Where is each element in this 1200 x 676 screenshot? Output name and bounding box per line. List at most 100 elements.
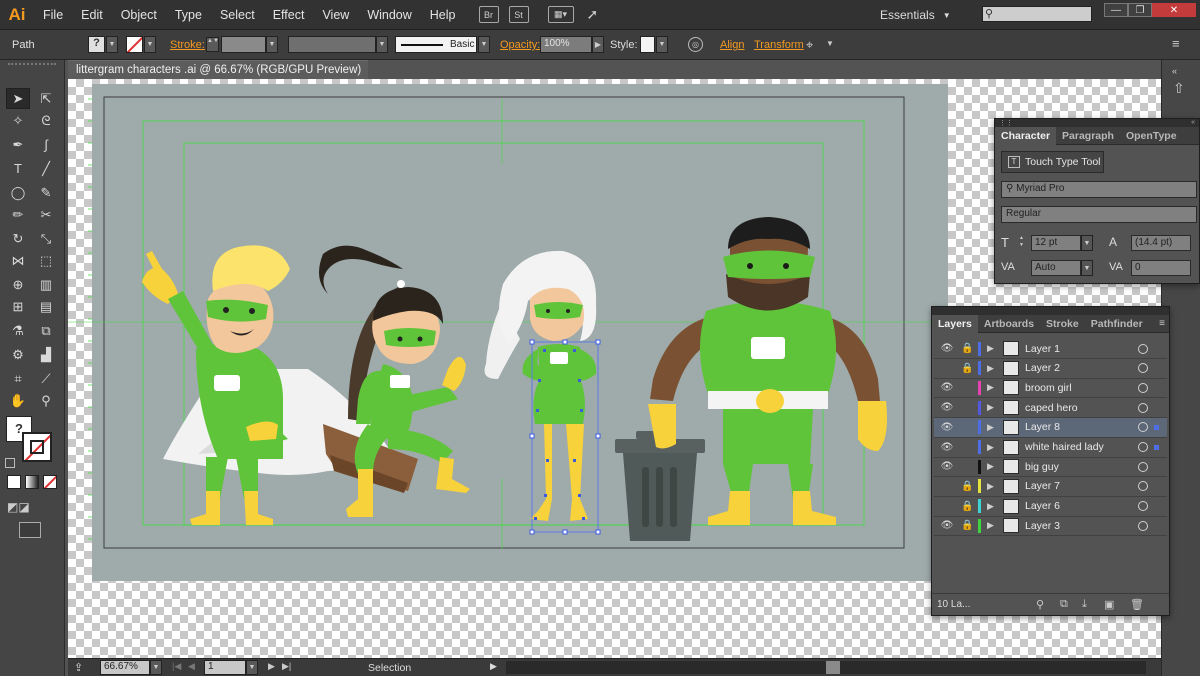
menu-object[interactable]: Object bbox=[112, 0, 166, 30]
scissors-tool-icon[interactable]: ✂ bbox=[34, 204, 58, 225]
variable-width-dropdown-icon[interactable]: ▼ bbox=[376, 36, 388, 53]
close-icon[interactable]: ✕ bbox=[1152, 3, 1196, 17]
opacity-input[interactable]: 100% bbox=[540, 36, 592, 53]
menu-window[interactable]: Window bbox=[358, 0, 420, 30]
zoom-dropdown-icon[interactable]: ▼ bbox=[150, 660, 162, 675]
lock-icon[interactable]: 🔒 bbox=[961, 501, 973, 512]
layer-row[interactable]: 🔒 ▶ Layer 6 bbox=[934, 497, 1167, 517]
layer-name[interactable]: white haired lady bbox=[1025, 441, 1104, 453]
expand-arrow-icon[interactable]: ▶ bbox=[987, 402, 994, 413]
direct-selection-tool-icon[interactable]: ⇱ bbox=[34, 88, 58, 109]
mesh-tool-icon[interactable]: ⊞ bbox=[6, 296, 30, 317]
color-mode-icon[interactable] bbox=[7, 475, 21, 489]
visibility-eye-icon[interactable]: 👁 bbox=[940, 520, 954, 531]
prev-artboard-icon[interactable]: ◀ bbox=[188, 661, 195, 672]
menu-file[interactable]: File bbox=[34, 0, 72, 30]
free-transform-tool-icon[interactable]: ⬚ bbox=[34, 250, 58, 271]
isolate-dropdown-icon[interactable]: ▼ bbox=[826, 39, 834, 48]
artboard-tool-icon[interactable]: ⌗ bbox=[6, 368, 30, 389]
menu-type[interactable]: Type bbox=[166, 0, 211, 30]
brush-field[interactable]: Basic bbox=[395, 36, 477, 53]
visibility-eye-icon[interactable]: 👁 bbox=[940, 422, 954, 433]
layer-name[interactable]: Layer 3 bbox=[1025, 520, 1060, 532]
layer-name[interactable]: Layer 8 bbox=[1025, 421, 1060, 433]
fill-swatch[interactable]: ? bbox=[88, 36, 105, 53]
layer-row[interactable]: 👁 🔒 ▶ Layer 3 bbox=[934, 516, 1167, 537]
visibility-eye-icon[interactable]: 👁 bbox=[940, 402, 954, 413]
target-icon[interactable] bbox=[1138, 442, 1148, 452]
clipping-mask-icon[interactable]: ⧉ bbox=[1060, 598, 1068, 611]
pencil-tool-icon[interactable]: ✏ bbox=[6, 204, 30, 225]
stock-icon[interactable]: St bbox=[508, 6, 529, 23]
tracking-input[interactable]: 0 bbox=[1131, 260, 1191, 276]
expand-arrow-icon[interactable]: ▶ bbox=[987, 501, 994, 512]
symbol-sprayer-tool-icon[interactable]: ⚙ bbox=[6, 344, 30, 365]
layer-row[interactable]: 🔒 ▶ Layer 7 bbox=[934, 477, 1167, 497]
layer-name[interactable]: Layer 1 bbox=[1025, 343, 1060, 355]
layer-row[interactable]: 👁 🔒 ▶ Layer 1 bbox=[934, 339, 1167, 359]
lock-icon[interactable]: 🔒 bbox=[961, 481, 973, 492]
isolate-icon[interactable]: ⌖ bbox=[806, 37, 813, 53]
menu-help[interactable]: Help bbox=[421, 0, 465, 30]
menu-effect[interactable]: Effect bbox=[264, 0, 314, 30]
panel-menu-icon[interactable]: ≡ bbox=[1172, 36, 1180, 51]
opacity-label[interactable]: Opacity: bbox=[500, 39, 540, 51]
font-size-input[interactable]: 12 pt bbox=[1031, 235, 1081, 251]
touch-type-button[interactable]: T Touch Type Tool bbox=[1001, 151, 1104, 173]
stroke-weight-stepper[interactable]: ▲▼ bbox=[206, 37, 219, 52]
target-icon[interactable] bbox=[1138, 343, 1148, 354]
status-menu-icon[interactable]: ▶ bbox=[490, 661, 497, 672]
stroke-weight-dropdown-icon[interactable]: ▼ bbox=[266, 36, 278, 53]
font-family-field[interactable]: ⚲ Myriad Pro bbox=[1001, 181, 1197, 198]
stroke-label[interactable]: Stroke: bbox=[170, 39, 205, 51]
visibility-eye-icon[interactable]: 👁 bbox=[940, 442, 954, 453]
new-layer-icon[interactable]: ▣ bbox=[1104, 598, 1114, 611]
lasso-tool-icon[interactable]: ᘓ bbox=[34, 110, 58, 131]
gradient-mode-icon[interactable] bbox=[25, 475, 39, 489]
paintbrush-tool-icon[interactable]: ✎ bbox=[34, 182, 58, 203]
scale-tool-icon[interactable]: ⤡ bbox=[34, 228, 58, 249]
menu-select[interactable]: Select bbox=[211, 0, 264, 30]
target-icon[interactable] bbox=[1138, 501, 1148, 512]
ellipse-tool-icon[interactable]: ◯ bbox=[6, 182, 30, 203]
stroke-dropdown-icon[interactable]: ▼ bbox=[144, 36, 156, 53]
search-input[interactable]: ⚲ bbox=[982, 6, 1092, 22]
zoom-input[interactable]: 66.67% bbox=[100, 660, 150, 675]
collapse-dock-icon[interactable]: « bbox=[1172, 66, 1177, 76]
curvature-tool-icon[interactable]: ∫ bbox=[34, 134, 58, 155]
brush-dropdown-icon[interactable]: ▼ bbox=[478, 36, 490, 53]
target-icon[interactable] bbox=[1138, 461, 1148, 472]
layer-row[interactable]: 👁 ▶ Layer 8 bbox=[934, 417, 1167, 438]
scroll-thumb[interactable] bbox=[826, 661, 840, 674]
none-mode-icon[interactable] bbox=[43, 475, 57, 489]
eyedropper-tool-icon[interactable]: ⚗ bbox=[6, 320, 30, 341]
expand-arrow-icon[interactable]: ▶ bbox=[987, 343, 994, 354]
tab-paragraph[interactable]: Paragraph bbox=[1056, 130, 1120, 142]
align-label[interactable]: Align bbox=[720, 39, 744, 51]
magic-wand-tool-icon[interactable]: ✧ bbox=[6, 110, 30, 131]
layer-row[interactable]: 🔒 ▶ Layer 2 bbox=[934, 359, 1167, 379]
layer-name[interactable]: big guy bbox=[1025, 461, 1059, 473]
recolor-artwork-icon[interactable]: ◎ bbox=[688, 37, 703, 52]
last-artboard-icon[interactable]: ▶| bbox=[282, 661, 291, 672]
kerning-input[interactable]: Auto bbox=[1031, 260, 1081, 276]
blend-tool-icon[interactable]: ⧉ bbox=[34, 320, 58, 341]
font-size-dropdown-icon[interactable]: ▼ bbox=[1081, 235, 1093, 251]
expand-arrow-icon[interactable]: ▶ bbox=[987, 461, 994, 472]
perspective-grid-tool-icon[interactable]: ▥ bbox=[34, 274, 58, 295]
share-icon[interactable]: ⇪ bbox=[74, 661, 83, 674]
visibility-eye-icon[interactable]: 👁 bbox=[940, 343, 954, 354]
font-size-stepper[interactable]: ▲ ▼ bbox=[1019, 235, 1027, 251]
kerning-dropdown-icon[interactable]: ▼ bbox=[1081, 260, 1093, 276]
lock-icon[interactable]: 🔒 bbox=[961, 343, 973, 354]
hand-tool-icon[interactable]: ✋ bbox=[6, 390, 30, 411]
stroke-color-box[interactable] bbox=[22, 432, 52, 462]
layer-name[interactable]: Layer 7 bbox=[1025, 480, 1060, 492]
visibility-eye-icon[interactable]: 👁 bbox=[940, 461, 954, 472]
layer-name[interactable]: Layer 2 bbox=[1025, 362, 1060, 374]
menu-view[interactable]: View bbox=[313, 0, 358, 30]
type-tool-icon[interactable]: T bbox=[6, 158, 30, 179]
fill-dropdown-icon[interactable]: ▼ bbox=[106, 36, 118, 53]
restore-icon[interactable]: ❐ bbox=[1128, 3, 1152, 17]
expand-arrow-icon[interactable]: ▶ bbox=[987, 363, 994, 374]
